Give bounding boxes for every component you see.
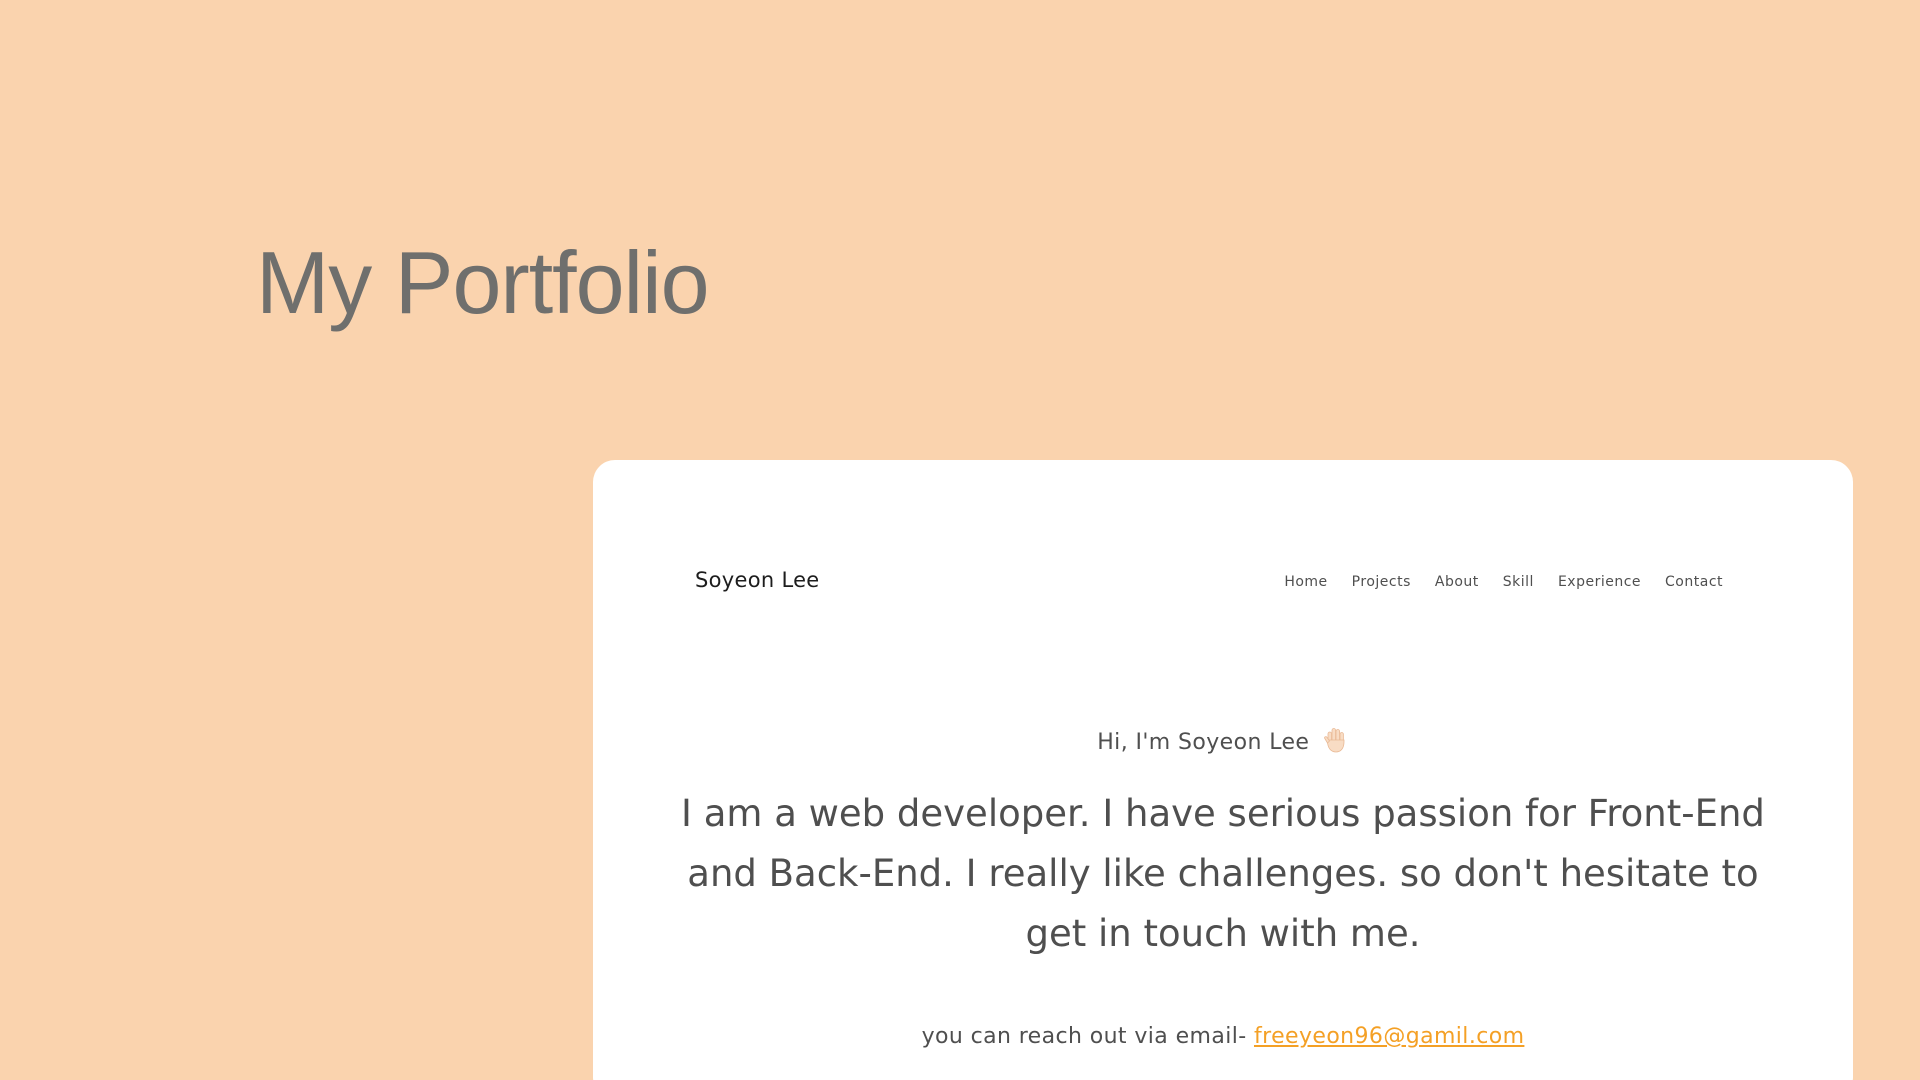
waving-hand-icon <box>1323 726 1349 760</box>
hero-greeting: Hi, I'm Soyeon Lee <box>593 726 1853 760</box>
nav-item-contact[interactable]: Contact <box>1665 574 1723 590</box>
main-nav: Home Projects About Skill Experience Con… <box>1284 574 1723 590</box>
contact-line: you can reach out via email- freeyeon96@… <box>593 1024 1853 1049</box>
nav-item-projects[interactable]: Projects <box>1352 574 1411 590</box>
contact-prefix: you can reach out via email- <box>921 1024 1247 1049</box>
brand-name[interactable]: Soyeon Lee <box>695 568 820 592</box>
nav-item-about[interactable]: About <box>1435 574 1479 590</box>
greeting-text: Hi, I'm Soyeon Lee <box>1097 730 1310 755</box>
nav-item-experience[interactable]: Experience <box>1558 574 1641 590</box>
nav-item-home[interactable]: Home <box>1284 574 1327 590</box>
email-link[interactable]: freeyeon96@gamil.com <box>1254 1024 1524 1049</box>
portfolio-preview-card: Soyeon Lee Home Projects About Skill Exp… <box>593 460 1853 1080</box>
page-title: My Portfolio <box>256 233 710 332</box>
nav-item-skill[interactable]: Skill <box>1503 574 1534 590</box>
hero-intro: I am a web developer. I have serious pas… <box>681 792 1765 955</box>
